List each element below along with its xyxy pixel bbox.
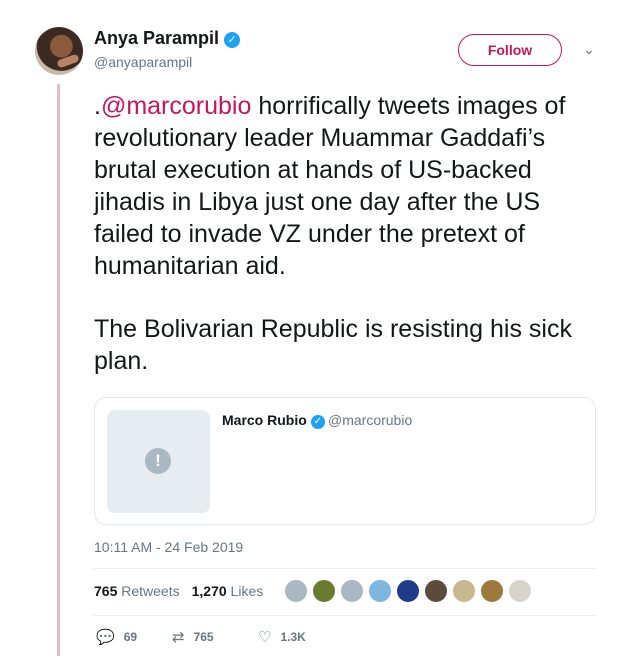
thread-line <box>57 84 60 656</box>
divider <box>94 615 596 616</box>
likes-label: Likes <box>230 583 264 599</box>
liker-avatar[interactable] <box>368 579 392 603</box>
quoted-author-name-text: Marco Rubio <box>222 412 307 428</box>
follow-button[interactable]: Follow <box>458 34 562 66</box>
heart-icon: ♡ <box>258 629 272 646</box>
retweet-count: 765 <box>193 630 214 644</box>
tweet-timestamp[interactable]: 10:11 AM - 24 Feb 2019 <box>94 539 243 555</box>
mention-link[interactable]: @marcorubio <box>101 92 251 120</box>
liker-avatar[interactable] <box>312 579 336 603</box>
author-name-text: Anya Parampil <box>94 28 220 48</box>
divider <box>94 568 596 569</box>
tweet-body: horrifically tweets images of revolution… <box>94 92 566 280</box>
retweets-count: 765 <box>94 583 118 599</box>
quoted-tweet-card[interactable]: ! Marco Rubio ✓ @marcorubio <box>94 397 596 525</box>
liker-avatar[interactable] <box>284 579 308 603</box>
tweet-stats: 765 Retweets 1,270 Likes <box>94 583 263 599</box>
quoted-media-placeholder: ! <box>107 410 210 513</box>
author-name[interactable]: Anya Parampil ✓ <box>94 28 241 49</box>
retweets-stat[interactable]: 765 Retweets <box>94 583 180 599</box>
liker-avatar[interactable] <box>480 579 504 603</box>
likes-stat[interactable]: 1,270 Likes <box>192 583 264 599</box>
quoted-author-handle: @marcorubio <box>328 412 413 428</box>
tweet-paragraph-1: .@marcorubio horrifically tweets images … <box>94 90 594 282</box>
liker-avatar[interactable] <box>508 579 532 603</box>
reply-action[interactable]: 💬 69 <box>96 628 137 646</box>
verified-badge-icon: ✓ <box>310 415 325 429</box>
reply-icon: 💬 <box>96 629 115 646</box>
retweet-action[interactable]: ⇄ 765 <box>172 628 214 646</box>
avatar-photo-detail <box>56 53 80 69</box>
tweet-paragraph-2: The Bolivarian Republic is resisting his… <box>94 315 572 375</box>
chevron-down-icon[interactable]: ⌄ <box>580 40 598 58</box>
retweet-icon: ⇄ <box>172 629 185 646</box>
author-avatar[interactable] <box>35 27 83 75</box>
alert-icon: ! <box>145 448 171 474</box>
liker-avatar[interactable] <box>424 579 448 603</box>
reply-count: 69 <box>123 630 138 644</box>
tweet-text: .@marcorubio horrifically tweets images … <box>94 90 594 377</box>
liker-avatar[interactable] <box>340 579 364 603</box>
quoted-author-name: Marco Rubio ✓ <box>222 412 325 429</box>
liker-avatar[interactable] <box>396 579 420 603</box>
tweet-prefix: . <box>94 92 101 120</box>
like-count: 1.3K <box>280 630 306 644</box>
verified-badge-icon: ✓ <box>224 32 241 48</box>
author-handle[interactable]: @anyaparampil <box>94 54 192 70</box>
retweets-label: Retweets <box>121 583 180 599</box>
liker-avatar[interactable] <box>452 579 476 603</box>
likes-count: 1,270 <box>191 583 227 599</box>
like-action[interactable]: ♡ 1.3K <box>258 628 306 646</box>
